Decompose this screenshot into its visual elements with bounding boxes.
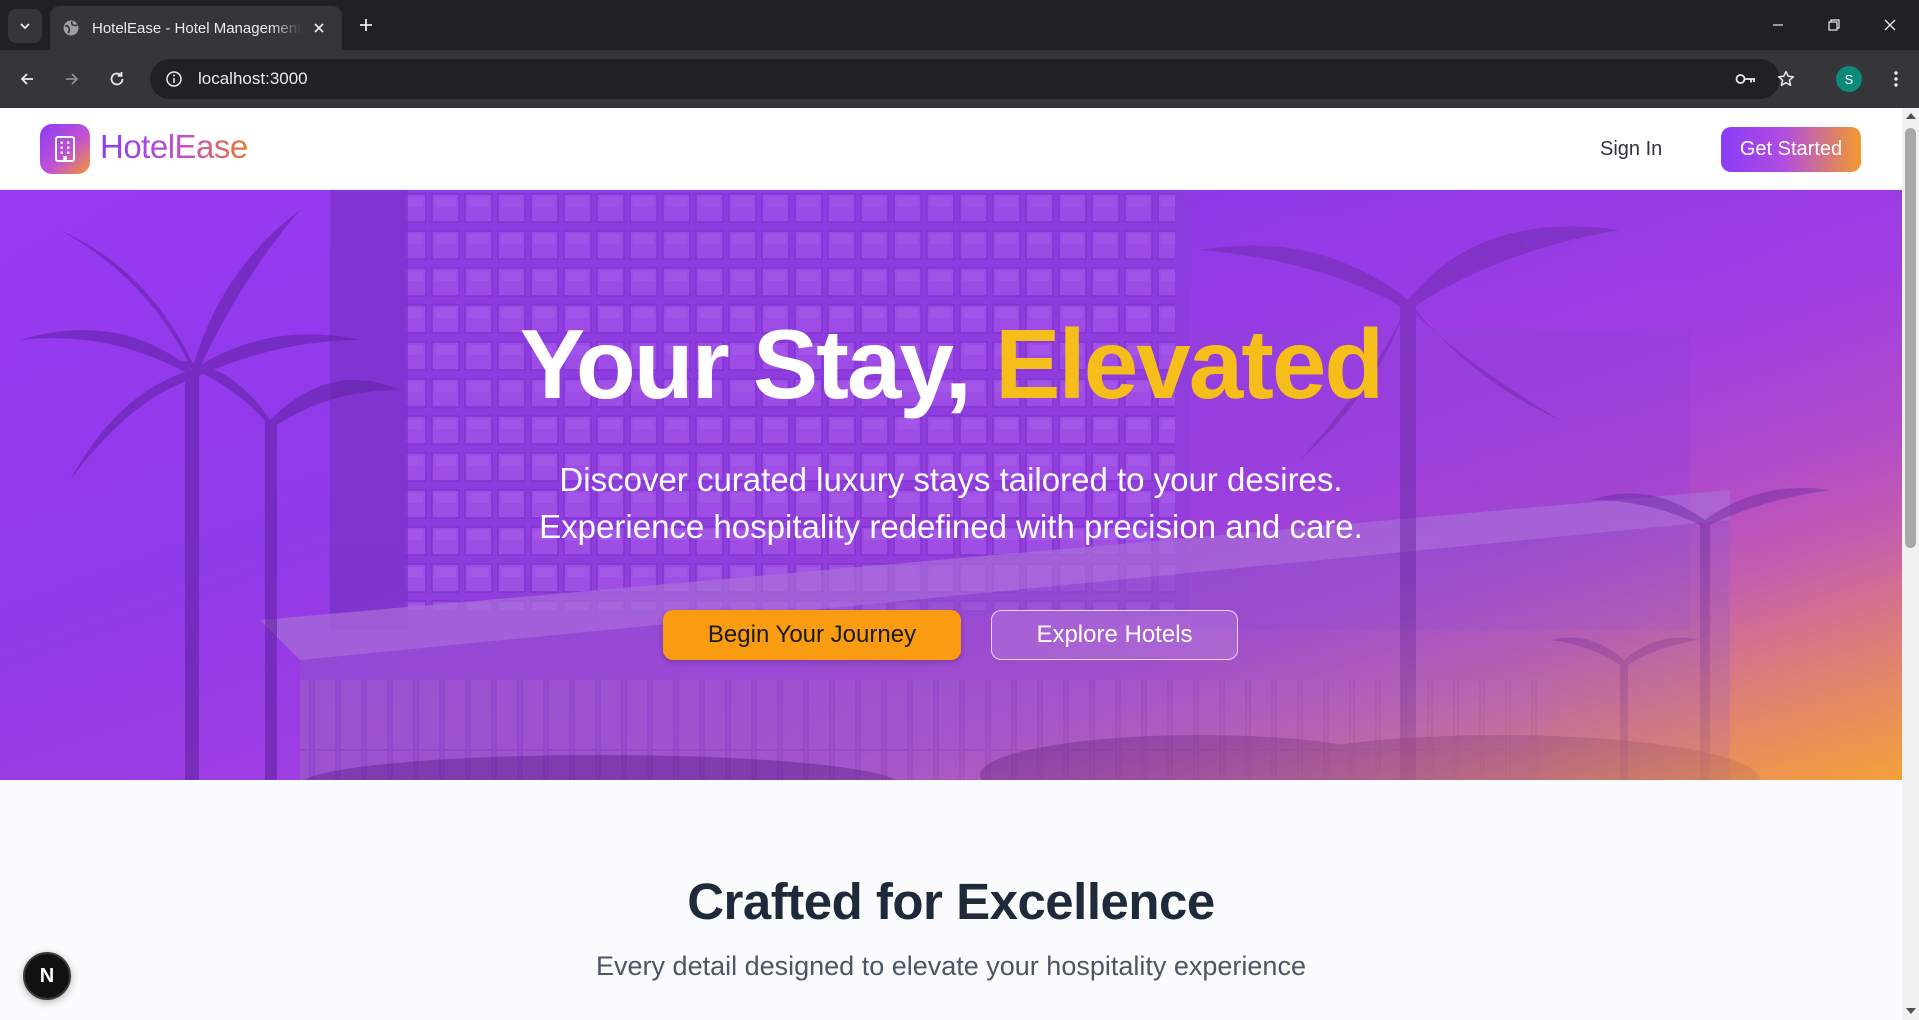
profile-avatar[interactable]: S: [1836, 66, 1862, 92]
kebab-menu-icon: [1894, 71, 1898, 87]
building-icon: [55, 136, 75, 162]
chevron-down-icon: [20, 23, 30, 30]
close-tab-button[interactable]: [308, 17, 330, 39]
brand-name[interactable]: HotelEase: [100, 128, 248, 166]
site-info-button[interactable]: [156, 61, 192, 97]
hero-title: Your Stay, Elevated: [0, 308, 1902, 421]
logo-mark[interactable]: [40, 124, 90, 174]
scroll-up-arrow[interactable]: [1906, 113, 1916, 119]
forward-button[interactable]: [56, 63, 88, 95]
star-icon: [1777, 70, 1795, 87]
tab-title: HotelEase - Hotel Management: [92, 19, 302, 37]
reload-icon: [110, 72, 124, 86]
page-viewport: HotelEase Sign In Get Started Your Stay,…: [0, 108, 1902, 1020]
bookmark-button[interactable]: [1770, 63, 1802, 95]
hero-title-main: Your Stay,: [519, 309, 972, 419]
new-tab-button[interactable]: [352, 11, 380, 39]
close-icon: [314, 23, 324, 33]
hero-subtitle-line-1: Discover curated luxury stays tailored t…: [559, 461, 1343, 498]
page-scrollbar[interactable]: [1902, 108, 1919, 1020]
features-subtitle: Every detail designed to elevate your ho…: [596, 951, 1306, 981]
minimize-button[interactable]: [1750, 0, 1806, 50]
close-window-button[interactable]: [1862, 0, 1918, 50]
minimize-icon: [1773, 24, 1783, 26]
scrollbar-thumb[interactable]: [1905, 128, 1916, 548]
nextjs-dev-indicator[interactable]: N: [23, 952, 71, 1000]
restore-icon: [1828, 19, 1840, 31]
url-text: localhost:3000: [198, 69, 308, 88]
arrow-left-icon: [20, 73, 33, 85]
sign-in-link[interactable]: Sign In: [1600, 132, 1662, 166]
arrow-right-icon: [66, 73, 79, 85]
hero-title-accent: Elevated: [995, 309, 1384, 419]
restore-button[interactable]: [1806, 0, 1862, 50]
password-manager-button[interactable]: [1730, 63, 1762, 95]
browser-tab-active[interactable]: HotelEase - Hotel Management: [50, 6, 342, 50]
browser-menu-button[interactable]: [1880, 63, 1912, 95]
hero-subtitle-line-2: Experience hospitality redefined with pr…: [539, 508, 1363, 545]
back-button[interactable]: [11, 63, 43, 95]
browser-tabstrip: HotelEase - Hotel Management: [0, 0, 1919, 50]
site-header: HotelEase Sign In Get Started: [0, 108, 1902, 190]
tab-search-button[interactable]: [8, 9, 42, 43]
reload-button[interactable]: [101, 63, 133, 95]
explore-hotels-button[interactable]: Explore Hotels: [991, 610, 1238, 660]
address-bar[interactable]: localhost:3000: [150, 59, 1795, 99]
close-icon: [1884, 19, 1896, 31]
hero-section: Your Stay, Elevated Discover curated lux…: [0, 190, 1902, 780]
browser-toolbar: localhost:3000 S: [0, 50, 1919, 108]
scroll-down-arrow[interactable]: [1906, 1008, 1916, 1014]
info-icon: [166, 71, 182, 87]
begin-journey-button[interactable]: Begin Your Journey: [663, 610, 961, 660]
key-icon: [1735, 74, 1755, 84]
plus-icon: [360, 19, 372, 31]
get-started-button[interactable]: Get Started: [1721, 127, 1861, 172]
features-title: Crafted for Excellence: [687, 873, 1215, 930]
globe-icon: [63, 20, 79, 36]
